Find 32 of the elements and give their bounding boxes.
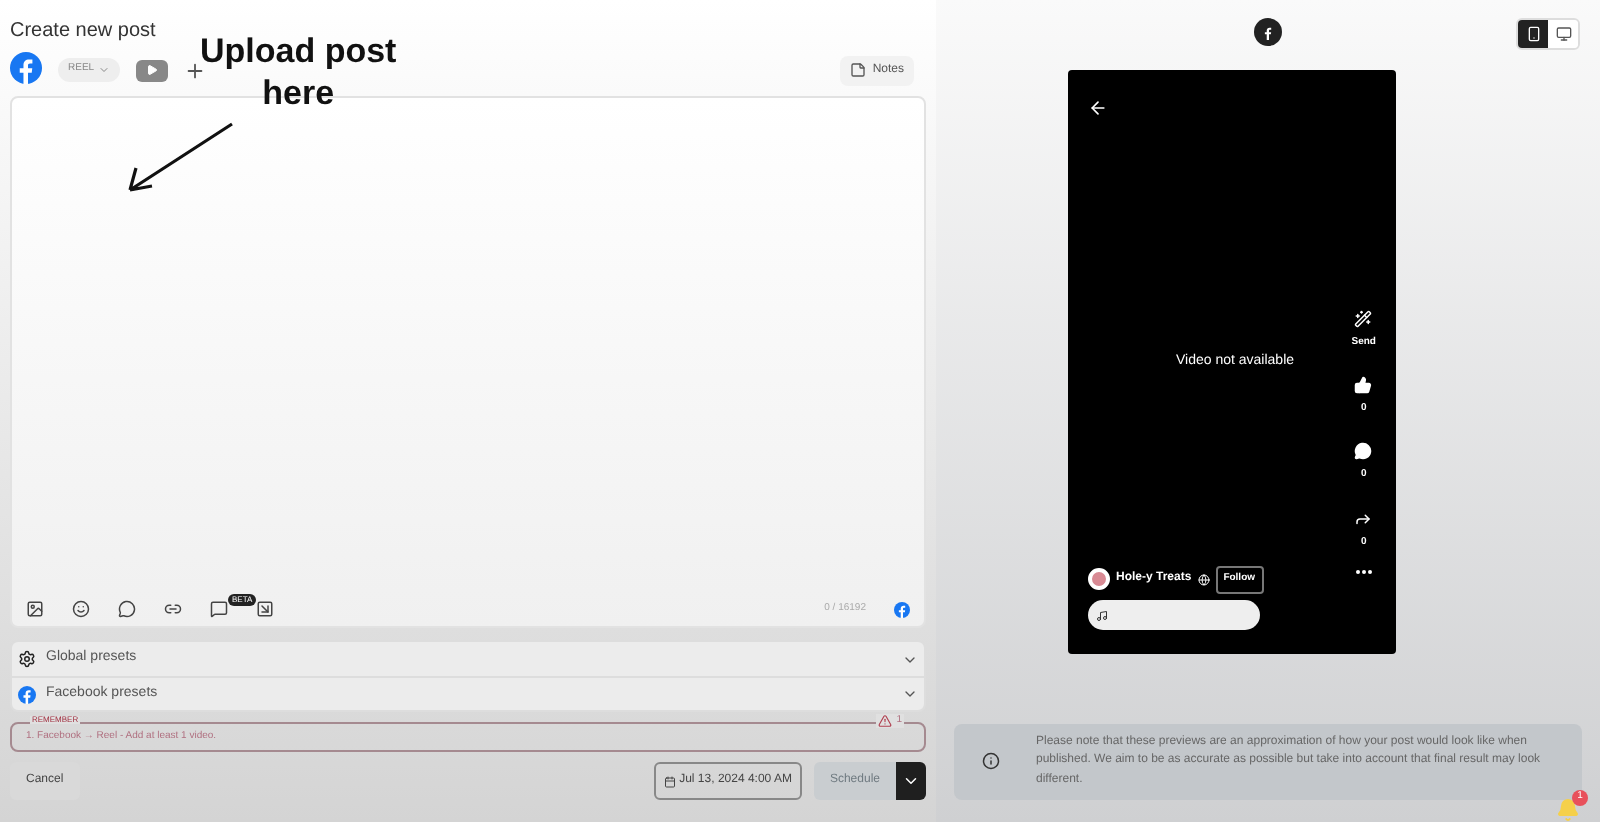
- phone-icon: [1525, 26, 1541, 42]
- media-icon[interactable]: [26, 600, 44, 618]
- schedule-dropdown[interactable]: [896, 762, 926, 800]
- chevron-icon: [902, 772, 920, 790]
- media-library-icon[interactable]: [256, 600, 275, 618]
- facebook-tab-icon[interactable]: [1254, 18, 1282, 46]
- facebook-account-icon: [10, 52, 42, 84]
- warning-icon: [878, 714, 893, 728]
- annotation-text: Upload post: [200, 30, 397, 72]
- info-icon: [982, 752, 1000, 771]
- gear-icon: [18, 650, 36, 668]
- calendar-icon: [663, 775, 676, 787]
- facebook-icon: [18, 685, 36, 703]
- music-icon: [1096, 609, 1108, 621]
- back-icon[interactable]: [1088, 98, 1108, 118]
- chevron-icon: [98, 64, 111, 76]
- facebook-small-icon: [894, 601, 910, 617]
- globe-icon: [1197, 573, 1210, 586]
- youtube-account-icon[interactable]: [136, 59, 169, 81]
- mobile-view-button[interactable]: [1518, 20, 1548, 48]
- desktop-view-button[interactable]: [1548, 20, 1578, 48]
- page-title: Create new post: [10, 18, 158, 44]
- monitor-icon: [1555, 26, 1571, 42]
- chevron-icon: [902, 686, 918, 702]
- page-avatar: [1088, 568, 1110, 591]
- comment-icon[interactable]: [118, 600, 136, 618]
- link-icon[interactable]: [164, 600, 182, 618]
- like-icon[interactable]: [1354, 375, 1373, 393]
- share-icon[interactable]: [1354, 509, 1373, 527]
- note-icon: [850, 62, 867, 78]
- emoji-icon[interactable]: [72, 600, 90, 618]
- comment-bubble-icon[interactable]: [1354, 442, 1373, 460]
